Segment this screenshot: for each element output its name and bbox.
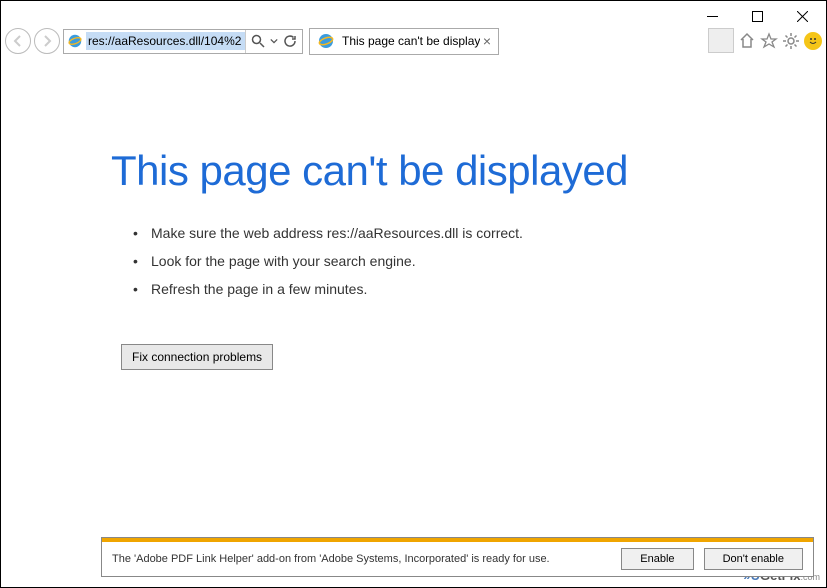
enable-button[interactable]: Enable	[621, 548, 693, 570]
url-input[interactable]	[86, 32, 245, 50]
dont-enable-button[interactable]: Don't enable	[704, 548, 803, 570]
gear-icon[interactable]	[782, 32, 800, 50]
browser-tab[interactable]: This page can't be displayed ×	[309, 28, 499, 55]
error-heading: This page can't be displayed	[111, 147, 716, 195]
smiley-icon[interactable]	[804, 32, 822, 50]
favorites-icon[interactable]	[760, 32, 778, 50]
back-button[interactable]	[5, 28, 31, 54]
addon-message: The 'Adobe PDF Link Helper' add-on from …	[112, 552, 611, 566]
minimize-button[interactable]	[690, 2, 735, 30]
tab-close-icon[interactable]: ×	[480, 34, 494, 48]
suggestion-item: Look for the page with your search engin…	[151, 253, 716, 269]
suggestion-item: Refresh the page in a few minutes.	[151, 281, 716, 297]
suggestion-item: Make sure the web address res://aaResour…	[151, 225, 716, 241]
ie-icon	[67, 32, 83, 50]
fix-connection-button[interactable]: Fix connection problems	[121, 344, 273, 370]
suggestion-list: Make sure the web address res://aaResour…	[111, 225, 716, 297]
home-icon[interactable]	[738, 32, 756, 50]
addon-notification-bar: The 'Adobe PDF Link Helper' add-on from …	[101, 537, 814, 577]
refresh-icon[interactable]	[283, 34, 297, 48]
right-toolbar	[708, 28, 822, 53]
toolbar-separator	[708, 28, 734, 53]
maximize-button[interactable]	[735, 2, 780, 30]
forward-button[interactable]	[34, 28, 60, 54]
ie-icon	[317, 32, 335, 50]
close-button[interactable]	[780, 2, 825, 30]
search-icon[interactable]	[251, 34, 265, 48]
dropdown-icon[interactable]	[270, 34, 278, 48]
error-page: This page can't be displayed Make sure t…	[1, 57, 826, 370]
address-bar	[63, 29, 303, 54]
tab-title: This page can't be displayed	[338, 34, 480, 48]
